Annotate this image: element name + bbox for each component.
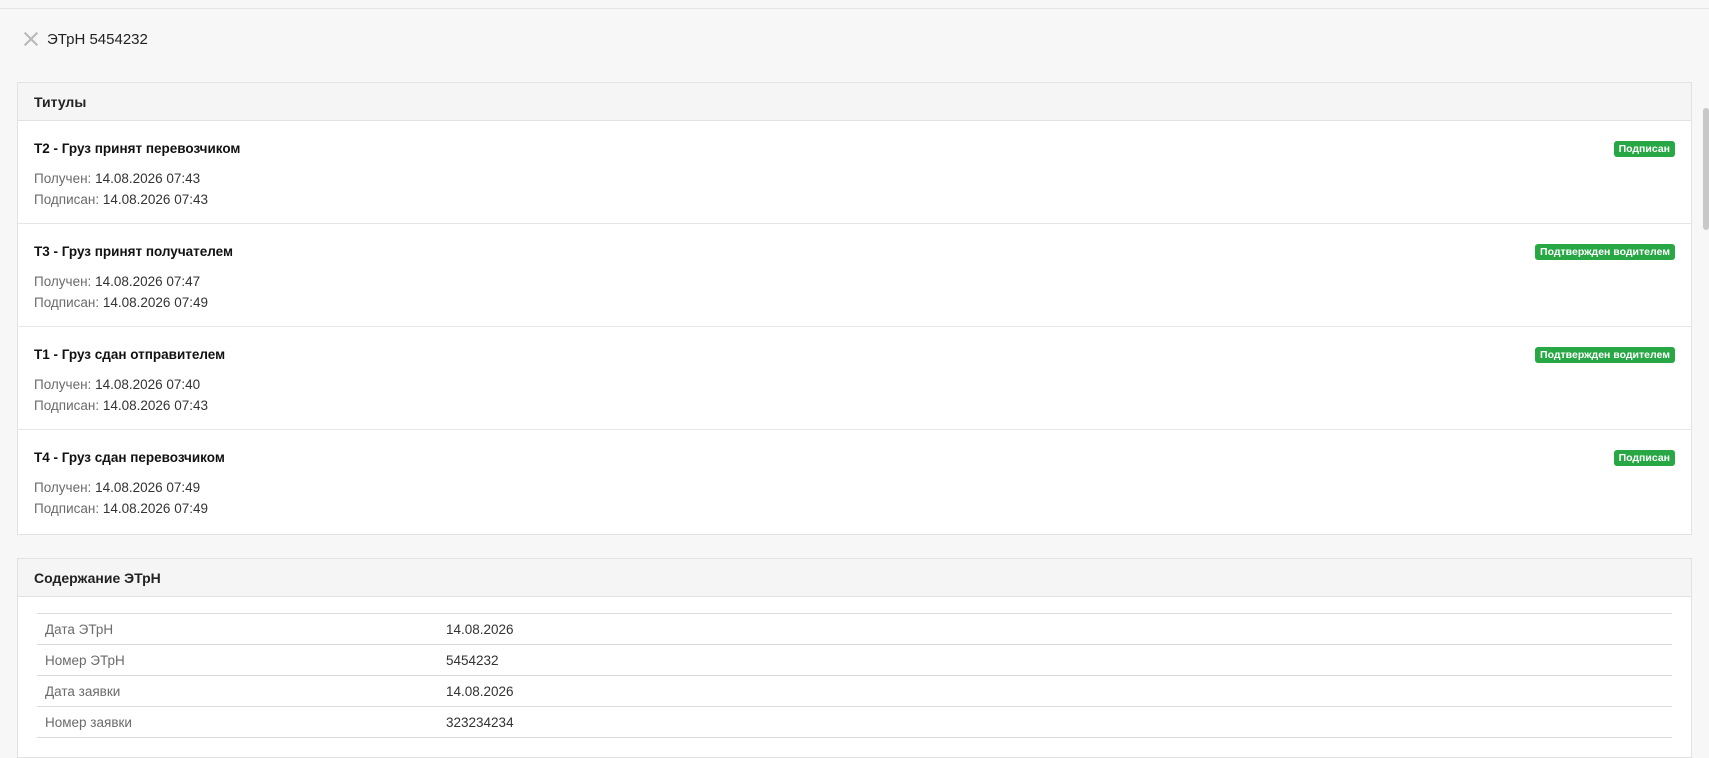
row-label: Номер заявки — [45, 714, 132, 730]
signed-value: 14.08.2026 07:43 — [102, 398, 208, 413]
row-value: 14.08.2026 — [446, 621, 514, 637]
row-label: Дата заявки — [45, 683, 121, 699]
signed-value: 14.08.2026 07:49 — [102, 501, 208, 516]
title-name: Т2 - Груз принят перевозчиком — [34, 141, 241, 156]
table-row: Номер ЭТрН 5454232 — [37, 645, 1672, 676]
row-value: 14.08.2026 — [446, 683, 514, 699]
signed-line: Подписан: 14.08.2026 07:43 — [34, 189, 1675, 210]
received-value: 14.08.2026 07:40 — [95, 377, 201, 392]
table-row: Дата заявки 14.08.2026 — [37, 676, 1672, 707]
received-value: 14.08.2026 07:49 — [95, 480, 201, 495]
row-value: 5454232 — [446, 652, 499, 668]
content-table: Дата ЭТрН 14.08.2026 Номер ЭТрН 5454232 … — [37, 613, 1672, 738]
row-label: Номер ЭТрН — [45, 652, 125, 668]
title-name: Т4 - Груз сдан перевозчиком — [34, 450, 225, 465]
signed-value: 14.08.2026 07:43 — [102, 192, 208, 207]
titles-card: Титулы Т2 - Груз принят перевозчиком Пол… — [17, 82, 1692, 535]
received-label: Получен: — [34, 274, 92, 289]
table-row: Дата ЭТрН 14.08.2026 — [37, 614, 1672, 645]
table-row: Номер заявки 323234234 — [37, 707, 1672, 738]
signed-line: Подписан: 14.08.2026 07:49 — [34, 498, 1675, 519]
received-line: Получен: 14.08.2026 07:47 — [34, 271, 1675, 292]
title-name: Т3 - Груз принят получателем — [34, 244, 233, 259]
signed-line: Подписан: 14.08.2026 07:43 — [34, 395, 1675, 416]
received-label: Получен: — [34, 171, 92, 186]
row-label: Дата ЭТрН — [45, 621, 114, 637]
page-header: ЭТрН 5454232 — [22, 28, 148, 50]
title-item-t1: Т1 - Груз сдан отправителем Получен: 14.… — [18, 327, 1691, 430]
status-badge: Подтвержден водителем — [1535, 244, 1675, 260]
title-item-t3: Т3 - Груз принят получателем Получен: 14… — [18, 224, 1691, 327]
content-card: Содержание ЭТрН Дата ЭТрН 14.08.2026 Ном… — [17, 558, 1692, 758]
status-badge: Подтвержден водителем — [1535, 347, 1675, 363]
signed-line: Подписан: 14.08.2026 07:49 — [34, 292, 1675, 313]
title-item-t4: Т4 - Груз сдан перевозчиком Получен: 14.… — [18, 430, 1691, 533]
status-badge: Подписан — [1613, 141, 1675, 157]
received-value: 14.08.2026 07:47 — [95, 274, 201, 289]
signed-label: Подписан: — [34, 295, 100, 310]
close-icon[interactable] — [22, 30, 40, 48]
received-line: Получен: 14.08.2026 07:40 — [34, 374, 1675, 395]
received-label: Получен: — [34, 480, 92, 495]
page-title: ЭТрН 5454232 — [47, 30, 148, 48]
received-label: Получен: — [34, 377, 92, 392]
title-name: Т1 - Груз сдан отправителем — [34, 347, 226, 362]
received-line: Получен: 14.08.2026 07:49 — [34, 477, 1675, 498]
signed-value: 14.08.2026 07:49 — [102, 295, 208, 310]
titles-card-header: Титулы — [18, 83, 1691, 121]
signed-label: Подписан: — [34, 398, 100, 413]
status-badge: Подписан — [1613, 450, 1675, 466]
signed-label: Подписан: — [34, 192, 100, 207]
row-value: 323234234 — [446, 714, 514, 730]
received-value: 14.08.2026 07:43 — [95, 171, 201, 186]
scrollbar[interactable] — [1703, 108, 1709, 230]
content-card-header: Содержание ЭТрН — [18, 559, 1691, 597]
received-line: Получен: 14.08.2026 07:43 — [34, 168, 1675, 189]
signed-label: Подписан: — [34, 501, 100, 516]
title-item-t2: Т2 - Груз принят перевозчиком Получен: 1… — [18, 121, 1691, 224]
top-border — [0, 0, 1709, 9]
